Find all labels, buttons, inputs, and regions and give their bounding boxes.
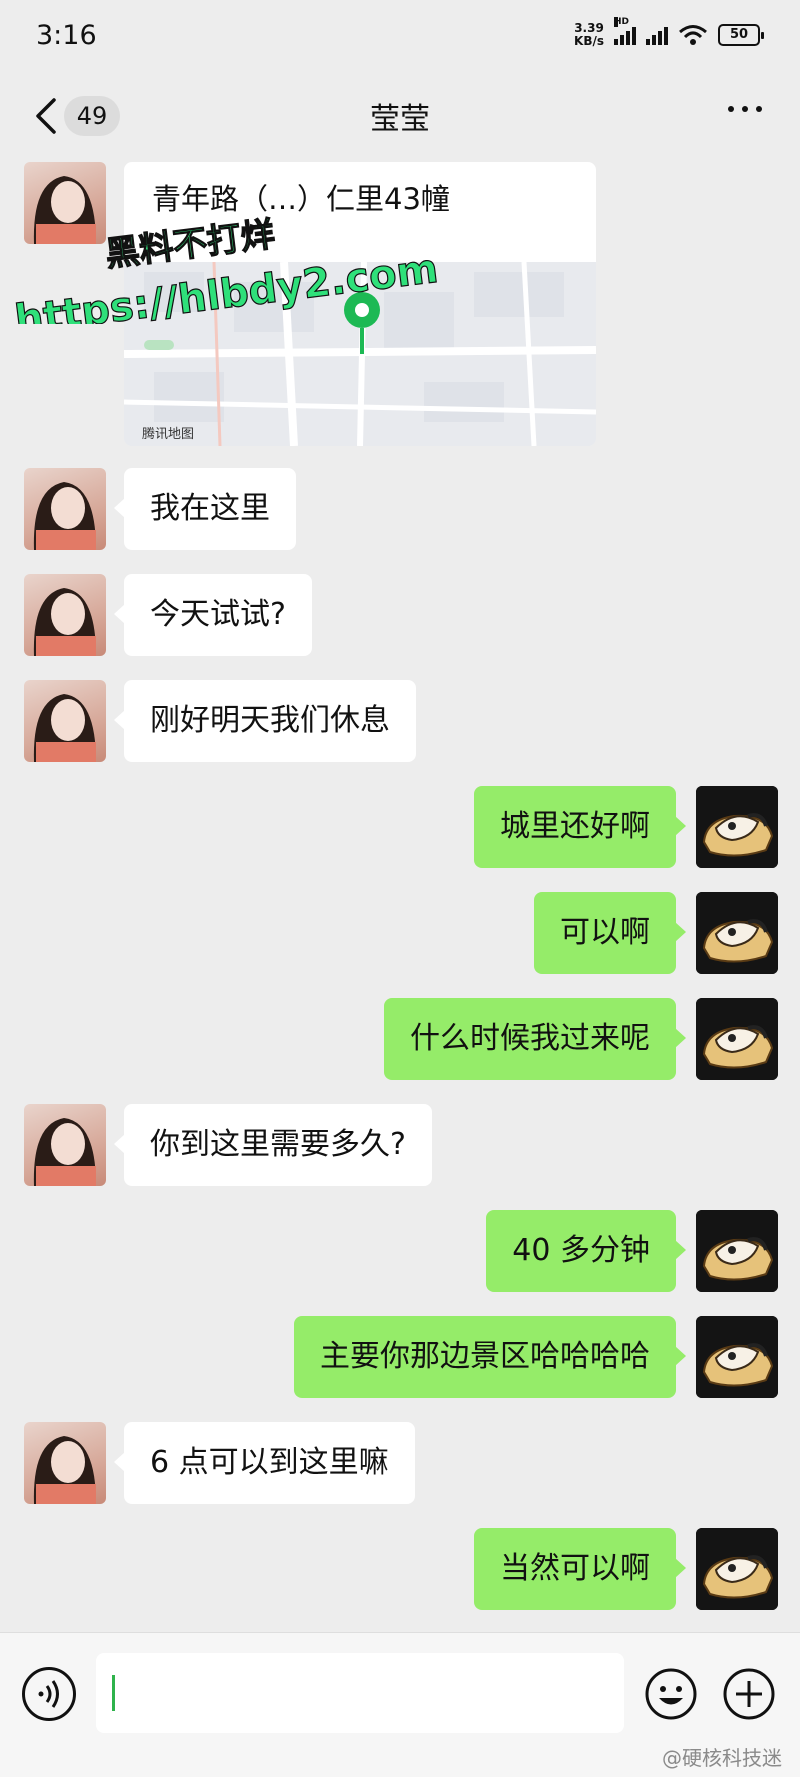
outgoing-message[interactable]: 主要你那边景区哈哈哈哈 (294, 1316, 686, 1398)
incoming-message[interactable]: 6 点可以到这里嘛 (114, 1422, 415, 1504)
my-avatar[interactable] (696, 892, 778, 974)
contact-avatar[interactable] (24, 1422, 106, 1504)
wifi-icon (679, 25, 707, 45)
chat-header: 49 莹莹 (0, 76, 800, 158)
outgoing-message[interactable]: 什么时候我过来呢 (384, 998, 686, 1080)
outgoing-message[interactable]: 可以啊 (534, 892, 686, 974)
contact-avatar[interactable] (24, 574, 106, 656)
my-avatar[interactable] (696, 1528, 778, 1610)
plus-icon[interactable] (722, 1667, 776, 1721)
outgoing-message[interactable]: 城里还好啊 (474, 786, 686, 868)
message-input[interactable] (96, 1653, 624, 1733)
incoming-message[interactable]: 你到这里需要多久? (114, 1104, 432, 1186)
text-caret (112, 1675, 115, 1711)
incoming-message[interactable]: 我在这里 (114, 468, 296, 550)
contact-avatar[interactable] (24, 1104, 106, 1186)
incoming-message[interactable]: 刚好明天我们休息 (114, 680, 416, 762)
my-avatar[interactable] (696, 1210, 778, 1292)
battery-icon: 50 (718, 24, 764, 46)
net-speed-unit: KB/s (574, 34, 604, 48)
chat-title: 莹莹 (370, 102, 430, 137)
network-speed: 3.39 KB/s (574, 22, 604, 48)
outgoing-message[interactable]: 40 多分钟 (486, 1210, 686, 1292)
location-message[interactable]: 青年路（…）仁里43幢 腾讯地图 (124, 162, 596, 446)
map-preview[interactable]: 腾讯地图 (124, 261, 596, 446)
location-address: 青年路（…）仁里43幢 (152, 182, 450, 216)
contact-avatar[interactable] (24, 680, 106, 762)
hd-label: HD (614, 17, 630, 27)
outgoing-message[interactable]: 当然可以啊 (474, 1528, 686, 1610)
my-avatar[interactable] (696, 998, 778, 1080)
incoming-message[interactable]: 今天试试? (114, 574, 312, 656)
my-avatar[interactable] (696, 1316, 778, 1398)
emoji-icon[interactable] (644, 1667, 698, 1721)
status-indicators: 3.39 KB/s HD 50 (574, 17, 764, 48)
signal-icon-2 (646, 25, 668, 45)
status-bar: 3:16 3.39 KB/s HD 50 (0, 0, 800, 76)
source-credit: @硬核科技迷 (662, 1746, 782, 1770)
map-attribution: 腾讯地图 (142, 427, 195, 442)
voice-icon[interactable] (22, 1667, 76, 1721)
more-icon[interactable] (728, 106, 762, 112)
signal-icon: HD (614, 17, 636, 45)
avatar[interactable] (24, 162, 106, 244)
status-time: 3:16 (36, 20, 97, 51)
my-avatar[interactable] (696, 786, 778, 868)
contact-avatar[interactable] (24, 468, 106, 550)
